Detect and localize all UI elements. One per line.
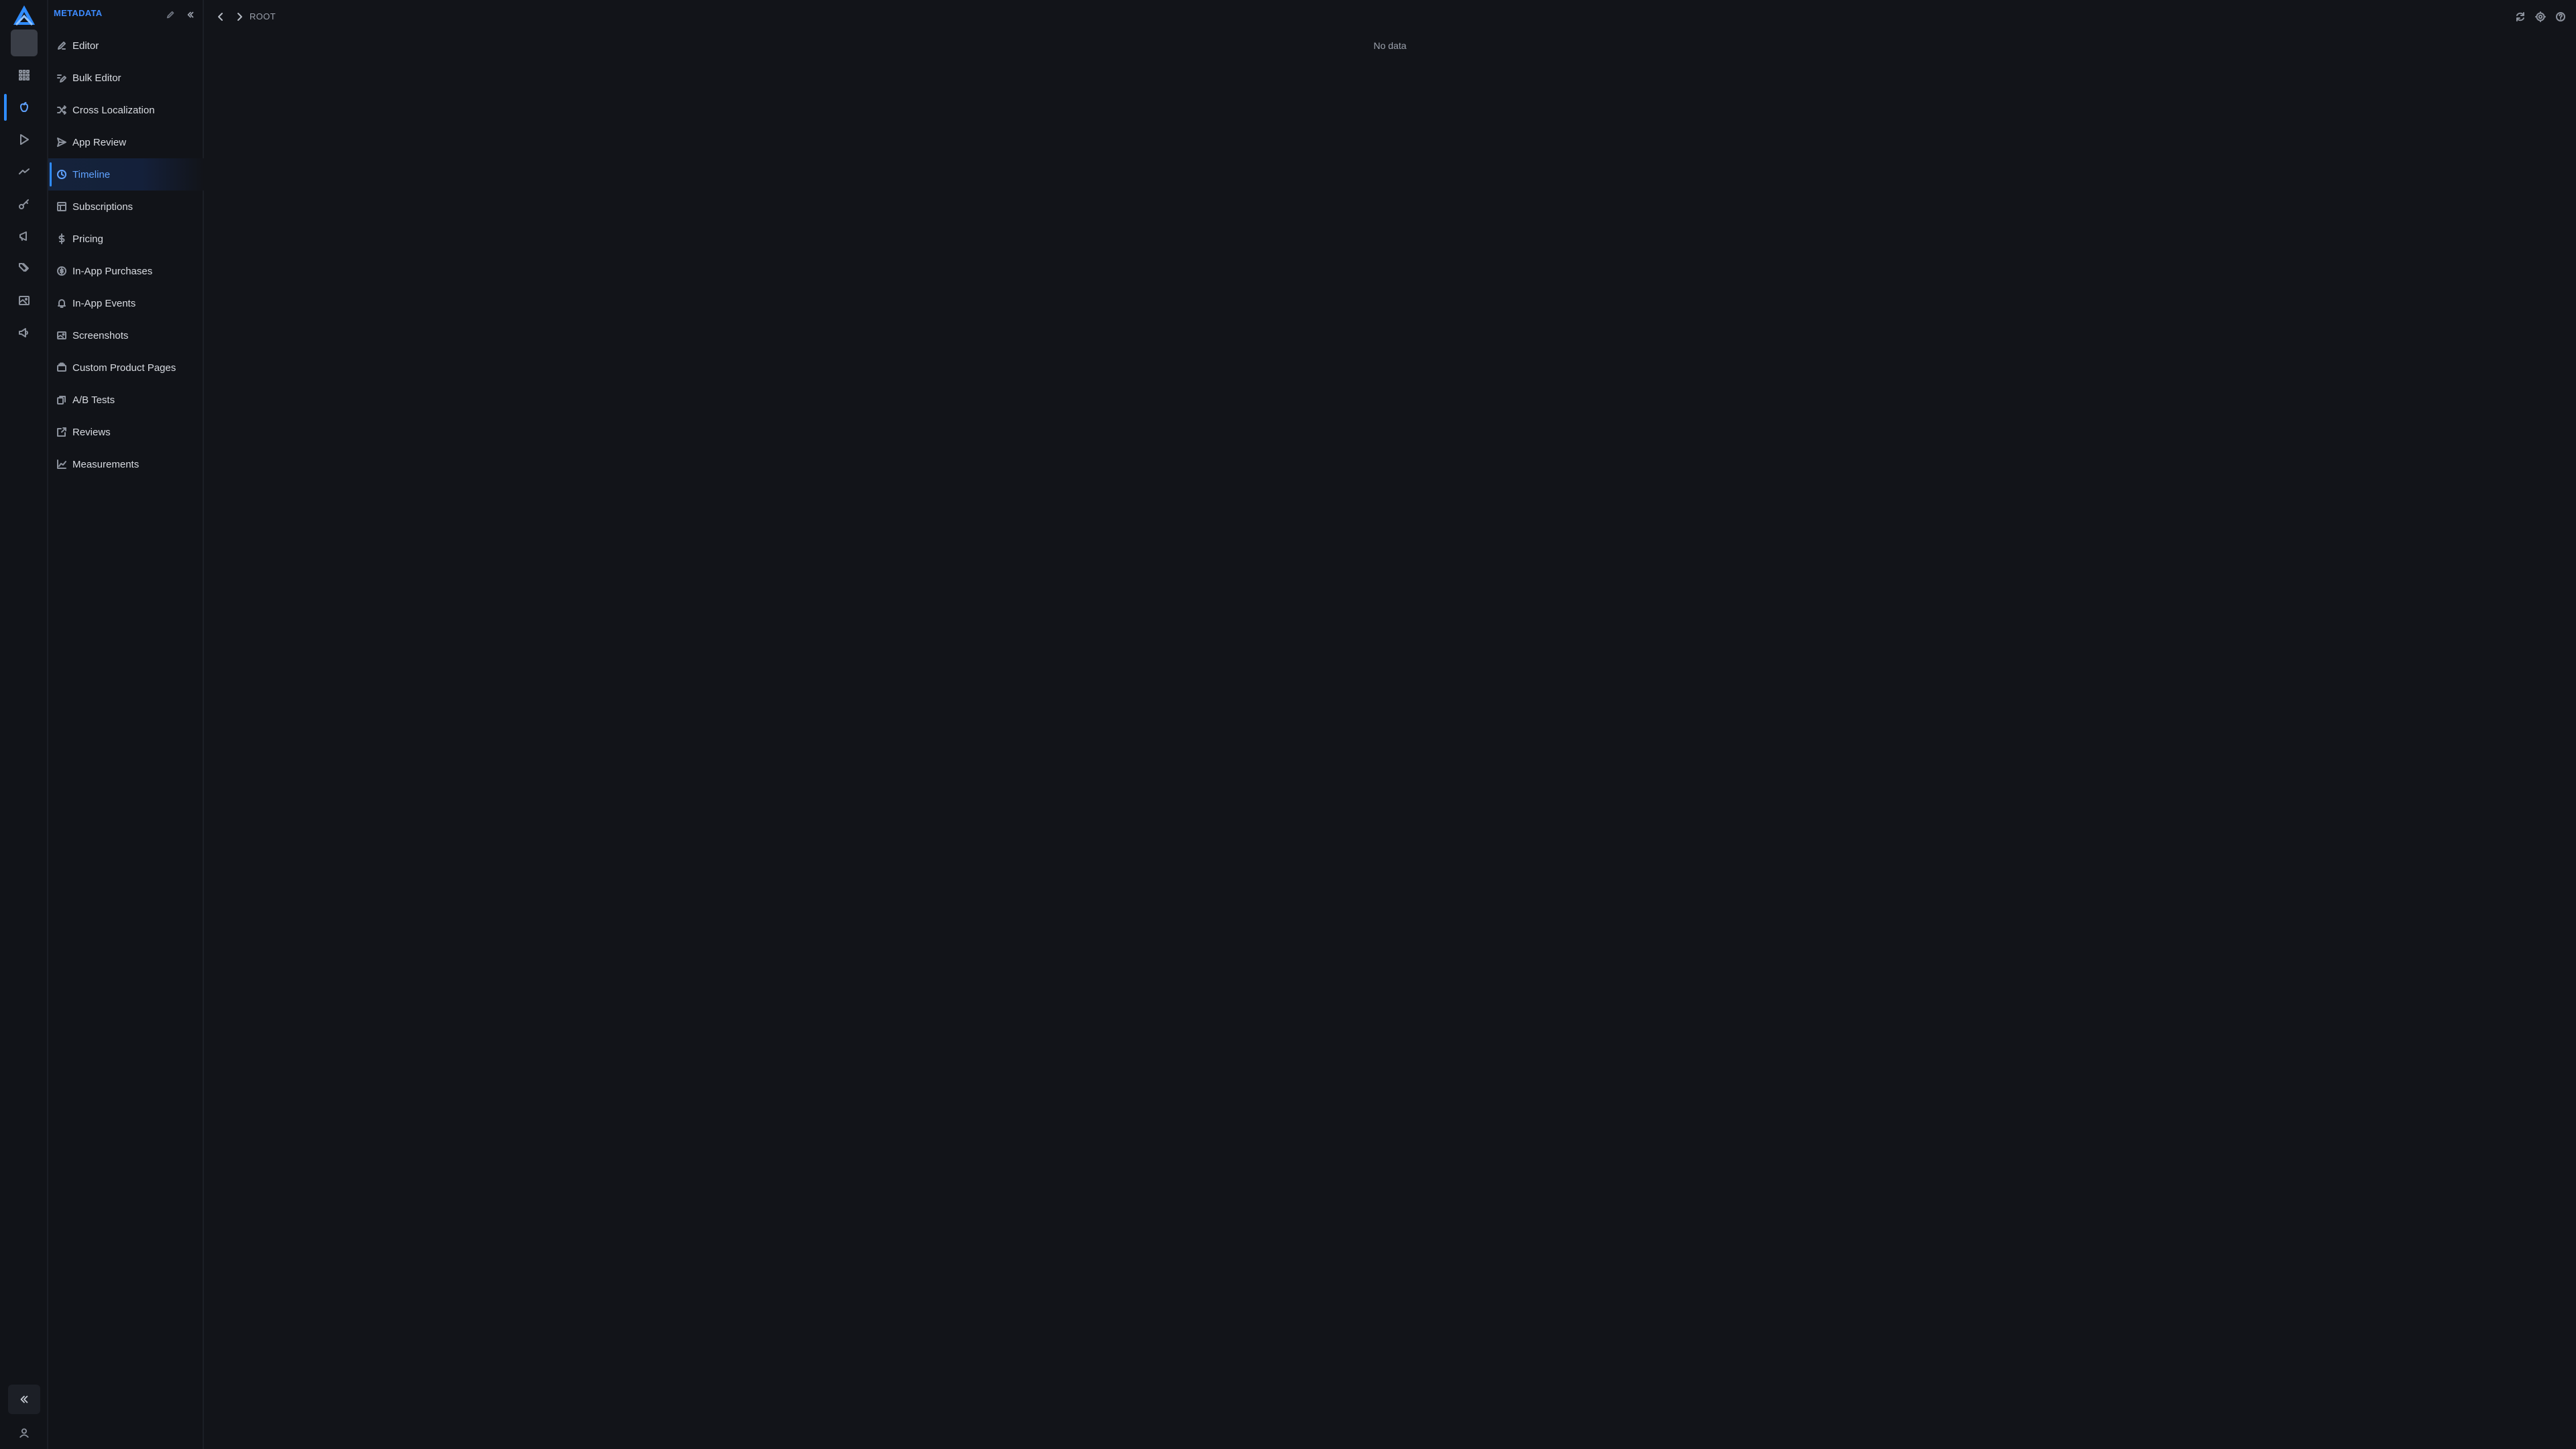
topbar: ROOT	[204, 0, 2576, 34]
sidebar-item-cross-localization[interactable]: Cross Localization	[48, 94, 204, 126]
top-toolbar	[2513, 9, 2568, 24]
breadcrumb[interactable]: ROOT	[250, 11, 276, 21]
rail-item-media[interactable]	[0, 284, 48, 317]
clock-icon	[57, 170, 66, 179]
key-icon	[19, 199, 29, 209]
bell-icon	[58, 299, 66, 308]
sidebar-item-measurements[interactable]: Measurements	[48, 448, 204, 480]
send-icon	[57, 138, 66, 147]
rail-collapse-button[interactable]	[8, 1385, 40, 1414]
grid-icon	[19, 70, 30, 80]
sidebar-item-label: Screenshots	[72, 329, 129, 341]
pencil-icon	[58, 42, 66, 50]
layers-icon	[57, 362, 66, 372]
sidebar-item-label: Custom Product Pages	[72, 362, 176, 374]
sidebar: METADATA Editor Bulk Editor Cross Locali…	[48, 0, 204, 1449]
sidebar-item-label: Cross Localization	[72, 104, 155, 116]
sidebar-item-timeline[interactable]: Timeline	[48, 158, 204, 191]
settings-button[interactable]	[2533, 9, 2548, 24]
sidebar-item-label: In-App Events	[72, 297, 136, 309]
help-button[interactable]	[2553, 9, 2568, 24]
chevron-left-icon	[218, 13, 223, 21]
screenshot-icon	[57, 331, 66, 339]
rail-item-ads[interactable]	[0, 317, 48, 349]
sidebar-item-screenshots[interactable]: Screenshots	[48, 319, 204, 352]
icon-rail	[0, 0, 48, 1449]
rail-item-google-play[interactable]	[0, 123, 48, 156]
rail-item-analytics[interactable]	[0, 156, 48, 188]
megaphone-icon	[19, 231, 27, 241]
sidebar-header: METADATA	[48, 0, 204, 30]
play-store-icon	[20, 134, 29, 145]
sidebar-item-bulk-editor[interactable]: Bulk Editor	[48, 62, 204, 94]
pencil-icon	[166, 11, 174, 19]
bullhorn-icon	[19, 328, 28, 337]
coin-icon	[57, 266, 66, 276]
sidebar-item-pricing[interactable]: Pricing	[48, 223, 204, 255]
refresh-button[interactable]	[2513, 9, 2528, 24]
sidebar-item-label: In-App Purchases	[72, 265, 153, 277]
sidebar-item-label: App Review	[72, 136, 127, 148]
collapse-sidebar-button[interactable]	[184, 8, 197, 21]
app-root: METADATA Editor Bulk Editor Cross Locali…	[0, 0, 2576, 1449]
chevrons-left-icon	[20, 1395, 28, 1403]
sidebar-item-label: Bulk Editor	[72, 72, 121, 84]
subscriptions-icon	[57, 202, 66, 211]
image-icon	[19, 296, 30, 305]
edit-section-button[interactable]	[164, 8, 177, 21]
bulk-edit-icon	[57, 74, 66, 83]
empty-state-message: No data	[1373, 40, 1407, 51]
sidebar-title: METADATA	[54, 8, 103, 18]
rail-item-keywords[interactable]	[0, 188, 48, 220]
sidebar-item-subscriptions[interactable]: Subscriptions	[48, 191, 204, 223]
dollar-icon	[58, 233, 65, 244]
user-account-button[interactable]	[0, 1418, 48, 1448]
shuffle-icon	[57, 105, 66, 115]
forward-button[interactable]	[232, 9, 247, 24]
sidebar-item-label: Subscriptions	[72, 201, 133, 213]
sidebar-item-reviews[interactable]: Reviews	[48, 416, 204, 448]
chevron-right-icon	[237, 13, 242, 21]
sidebar-item-custom-product-pages[interactable]: Custom Product Pages	[48, 352, 204, 384]
user-icon	[19, 1428, 29, 1438]
sidebar-item-in-app-purchases[interactable]: In-App Purchases	[48, 255, 204, 287]
rail-item-campaigns[interactable]	[0, 220, 48, 252]
sidebar-item-label: Pricing	[72, 233, 103, 245]
tags-icon	[19, 263, 29, 272]
chart-icon	[57, 460, 66, 469]
logo-icon[interactable]	[12, 4, 36, 27]
ab-test-icon	[57, 396, 66, 405]
sidebar-item-label: Editor	[72, 40, 99, 52]
rail-item-tags[interactable]	[0, 252, 48, 284]
trend-icon	[19, 168, 30, 174]
rail-item-dashboard[interactable]	[0, 59, 48, 91]
sidebar-item-label: A/B Tests	[72, 394, 115, 406]
sidebar-item-label: Timeline	[72, 168, 111, 180]
sidebar-item-ab-tests[interactable]: A/B Tests	[48, 384, 204, 416]
sidebar-item-label: Measurements	[72, 458, 140, 470]
sidebar-item-app-review[interactable]: App Review	[48, 126, 204, 158]
refresh-icon	[2516, 12, 2524, 21]
main-content: ROOT No data	[204, 0, 2576, 1449]
sidebar-item-in-app-events[interactable]: In-App Events	[48, 287, 204, 319]
sidebar-item-label: Reviews	[72, 426, 111, 438]
rail-item-app-store[interactable]	[0, 91, 48, 123]
back-button[interactable]	[213, 9, 228, 24]
review-icon	[57, 427, 66, 437]
sidebar-item-editor[interactable]: Editor	[48, 30, 204, 62]
sidebar-nav: Editor Bulk Editor Cross Localization Ap…	[48, 30, 204, 480]
chevrons-left-icon	[187, 11, 194, 18]
project-avatar[interactable]	[11, 30, 38, 56]
help-icon	[2556, 12, 2565, 21]
apple-icon	[20, 102, 28, 112]
gear-icon	[2535, 11, 2546, 22]
